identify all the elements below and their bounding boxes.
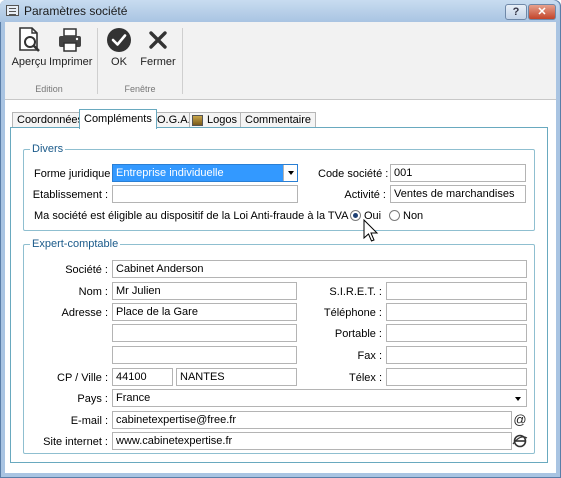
adresse-input-line3[interactable] [112, 346, 297, 364]
pays-value: France [116, 392, 151, 404]
toolbar-separator [182, 28, 183, 94]
telex-label: Télex : [348, 372, 382, 384]
forme-juridique-dropdown[interactable] [283, 165, 297, 181]
fermer-button[interactable]: Fermer [137, 26, 179, 68]
window-icon [6, 5, 19, 16]
tab-commentaire[interactable]: Commentaire [240, 112, 317, 128]
forme-juridique-value: Entreprise individuelle [116, 167, 224, 179]
pays-label: Pays : [77, 393, 108, 405]
apercu-button[interactable]: Aperçu [7, 26, 51, 68]
apercu-label: Aperçu [11, 56, 47, 68]
divers-group-title: Divers [30, 143, 66, 155]
adresse-input-line1[interactable]: Place de la Gare [112, 303, 297, 321]
toolbar: Aperçu Imprimer Edition OK Fermer Fenêtr… [5, 22, 556, 100]
forme-juridique-select[interactable]: Entreprise individuelle [112, 164, 298, 182]
forme-juridique-label: Forme juridique : [34, 168, 117, 180]
non-label[interactable]: Non [403, 210, 423, 222]
print-preview-icon [15, 26, 43, 54]
nom-input[interactable]: Mr Julien [112, 282, 297, 300]
telex-input[interactable] [386, 368, 527, 386]
ok-label: OK [111, 56, 127, 68]
non-radio[interactable] [389, 210, 400, 221]
email-input[interactable]: cabinetexpertise@free.fr [112, 411, 512, 429]
imprimer-label: Imprimer [49, 56, 93, 68]
code-societe-input[interactable]: 001 [390, 164, 526, 182]
adresse-label: Adresse : [61, 307, 108, 319]
email-label: E-mail : [70, 415, 108, 427]
tab-coordonnees[interactable]: Coordonnées [12, 112, 89, 128]
title-bar[interactable]: Paramètres société ? ✕ [0, 0, 559, 22]
expert-comptable-group-title: Expert-comptable [30, 238, 121, 250]
telephone-input[interactable] [386, 303, 527, 321]
portable-input[interactable] [386, 324, 527, 342]
societe-input[interactable]: Cabinet Anderson [112, 260, 527, 278]
chevron-down-icon[interactable] [515, 397, 521, 401]
ville-input[interactable]: NANTES [176, 368, 297, 386]
chevron-down-icon [288, 171, 294, 175]
logos-tab-icon [192, 115, 203, 126]
fax-label: Fax : [357, 350, 382, 362]
societe-label: Société : [65, 264, 108, 276]
help-button[interactable]: ? [505, 4, 527, 20]
antifraude-label: Ma société est éligible au dispositif de… [34, 210, 349, 222]
fermer-label: Fermer [140, 56, 176, 68]
portable-label: Portable : [334, 328, 382, 340]
site-internet-input[interactable]: www.cabinetexpertise.fr [112, 432, 512, 450]
mouse-cursor-icon [363, 218, 379, 245]
code-societe-label: Code société : [318, 168, 389, 180]
ok-button[interactable]: OK [97, 26, 141, 68]
tab-logos-label: Logos [207, 114, 237, 126]
telephone-label: Téléphone : [323, 307, 382, 319]
imprimer-button[interactable]: Imprimer [49, 26, 93, 68]
site-internet-label: Site internet : [43, 436, 108, 448]
siret-label: S.I.R.E.T. : [329, 286, 382, 298]
edition-group-label: Edition [35, 84, 63, 94]
fax-input[interactable] [386, 346, 527, 364]
fenetre-group-label: Fenêtre [124, 84, 156, 94]
etablissement-input[interactable] [112, 185, 298, 203]
close-x-icon [144, 26, 172, 54]
etablissement-label: Etablissement : [32, 189, 108, 201]
cp-ville-label: CP / Ville : [57, 372, 108, 384]
close-button[interactable]: ✕ [528, 4, 556, 20]
printer-icon [56, 26, 84, 54]
window-title: Paramètres société [24, 4, 128, 18]
activite-label: Activité : [344, 189, 386, 201]
checkmark-icon [105, 26, 133, 54]
oui-radio[interactable] [350, 210, 361, 221]
email-at-icon[interactable]: @ [512, 412, 528, 428]
activite-input[interactable]: Ventes de marchandises [390, 185, 526, 203]
browser-icon[interactable] [512, 433, 528, 449]
siret-input[interactable] [386, 282, 527, 300]
pays-select[interactable]: France [112, 389, 527, 407]
nom-label: Nom : [78, 286, 108, 298]
tab-complements[interactable]: Compléments [79, 109, 157, 129]
cp-input[interactable]: 44100 [112, 368, 173, 386]
tab-logos[interactable]: Logos [189, 112, 242, 128]
adresse-input-line2[interactable] [112, 324, 297, 342]
